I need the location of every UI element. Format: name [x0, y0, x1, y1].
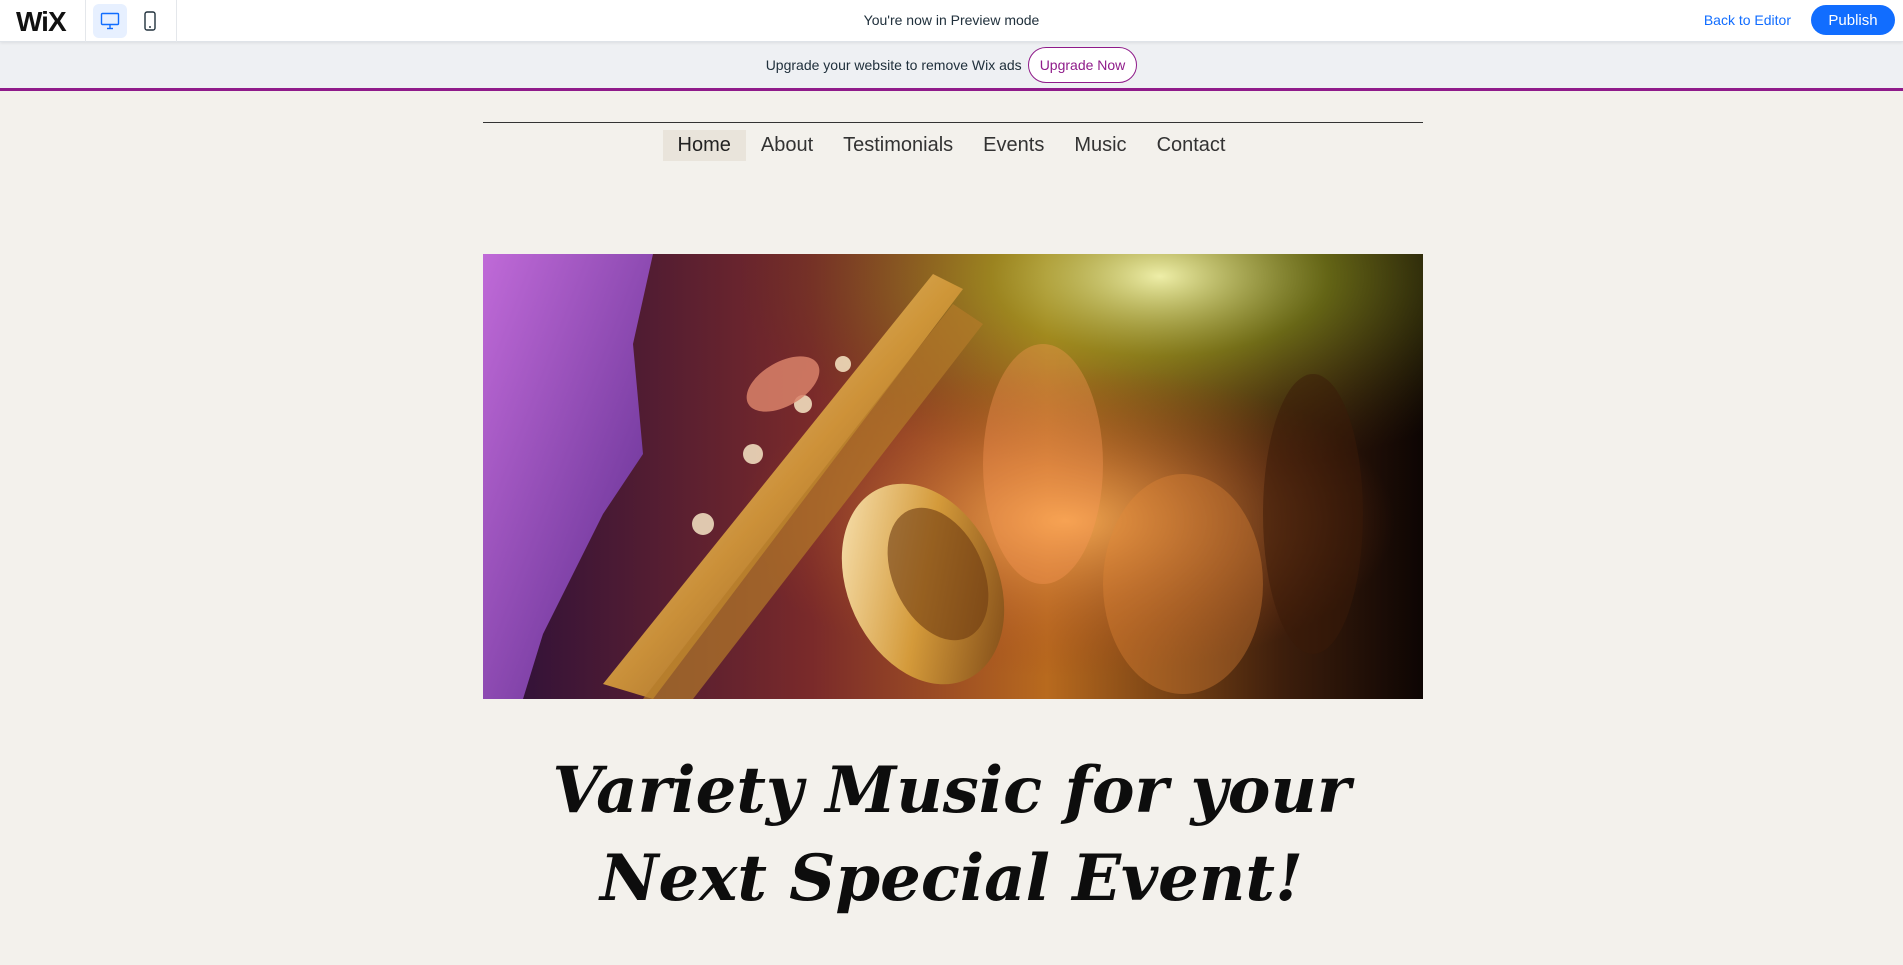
nav-item-testimonials[interactable]: Testimonials — [828, 130, 968, 161]
preview-toolbar: WiX You're now in Preview mode Back to E… — [0, 0, 1903, 42]
nav-item-home[interactable]: Home — [662, 130, 746, 161]
nav-item-about[interactable]: About — [746, 130, 828, 161]
headline-line-2: Next Special Event! — [599, 841, 1304, 916]
upgrade-now-button[interactable]: Upgrade Now — [1027, 47, 1138, 83]
publish-button[interactable]: Publish — [1811, 5, 1895, 35]
preview-mode-message: You're now in Preview mode — [863, 12, 1040, 28]
toolbar-divider — [85, 0, 86, 42]
nav-item-events[interactable]: Events — [968, 130, 1059, 161]
hero-image-saxophone — [483, 254, 1423, 699]
site-canvas: Home About Testimonials Events Music Con… — [0, 91, 1903, 965]
header-divider-line — [483, 122, 1423, 123]
upgrade-message: Upgrade your website to remove Wix ads — [765, 57, 1022, 73]
desktop-view-button[interactable] — [93, 4, 127, 38]
saxophone-photo — [483, 254, 1423, 699]
mobile-icon — [144, 11, 156, 31]
back-to-editor-link[interactable]: Back to Editor — [1704, 12, 1791, 28]
nav-item-music[interactable]: Music — [1059, 130, 1141, 161]
nav-item-contact[interactable]: Contact — [1142, 130, 1241, 161]
wix-logo[interactable]: WiX — [16, 6, 67, 38]
toolbar-divider — [176, 0, 177, 42]
upgrade-banner: Upgrade your website to remove Wix ads U… — [0, 42, 1903, 91]
desktop-icon — [100, 12, 120, 30]
site-navigation: Home About Testimonials Events Music Con… — [0, 130, 1903, 161]
hero-headline: Variety Music for your Next Special Even… — [0, 747, 1903, 923]
mobile-view-button[interactable] — [133, 4, 167, 38]
headline-line-1: Variety Music for your — [552, 753, 1351, 828]
